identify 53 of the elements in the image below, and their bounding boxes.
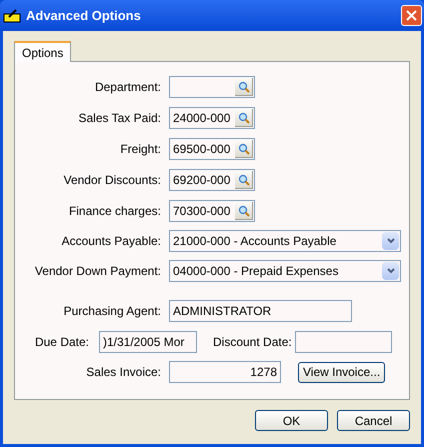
lookup-field[interactable] — [169, 76, 255, 98]
window-title: Advanced Options — [26, 6, 141, 25]
text-field[interactable]: ADMINISTRATOR — [169, 300, 352, 322]
field-label: Department: — [94, 79, 161, 96]
close-icon — [406, 10, 417, 21]
field-label: Discount Date: — [213, 334, 293, 351]
close-button[interactable] — [401, 5, 422, 26]
search-icon — [238, 174, 250, 186]
lookup-button[interactable] — [235, 202, 253, 220]
field-label: Sales Tax Paid: — [78, 110, 161, 127]
field-value: 1278 — [250, 364, 277, 381]
dropdown-button[interactable] — [382, 262, 399, 280]
text-field[interactable]: 1278 — [169, 361, 281, 383]
lookup-button[interactable] — [235, 140, 253, 158]
field-value: 04000-000 - Prepaid Expenses — [173, 263, 338, 280]
field-value: ADMINISTRATOR — [173, 303, 272, 320]
search-icon — [238, 80, 250, 92]
field-label: Due Date: — [34, 334, 89, 351]
dropdown-field[interactable]: 21000-000 - Accounts Payable — [169, 230, 401, 252]
note-icon — [3, 8, 21, 22]
field-value: )1/31/2005 Mor — [103, 334, 184, 351]
lookup-field[interactable]: 69500-000 — [169, 138, 255, 160]
field-label: Freight: — [119, 141, 161, 158]
field-label: Vendor Down Payment: — [34, 263, 161, 280]
lookup-field[interactable]: 70300-000 — [169, 200, 255, 222]
tab[interactable]: Options — [14, 41, 72, 62]
field-value: 69200-000 — [173, 172, 230, 189]
dropdown-button[interactable] — [382, 232, 399, 250]
dialog-button[interactable]: Cancel — [337, 410, 410, 431]
lookup-field[interactable]: 24000-000 — [169, 107, 255, 129]
field-label: Purchasing Agent: — [62, 303, 161, 320]
view-invoice-button[interactable]: View Invoice... — [298, 362, 386, 382]
text-field[interactable] — [295, 331, 392, 353]
chevron-down-icon — [386, 268, 394, 274]
field-label: Finance charges: — [68, 203, 161, 220]
lookup-button[interactable] — [235, 171, 253, 189]
search-icon — [238, 204, 250, 216]
text-field[interactable]: )1/31/2005 Mor — [99, 331, 197, 353]
lookup-button[interactable] — [235, 109, 253, 127]
chevron-down-icon — [386, 238, 394, 244]
search-icon — [238, 142, 250, 154]
dialog-button[interactable]: OK — [255, 410, 328, 431]
search-icon — [238, 112, 250, 124]
field-value: 69500-000 — [173, 141, 230, 158]
dropdown-field[interactable]: 04000-000 - Prepaid Expenses — [169, 260, 401, 282]
field-label: Accounts Payable: — [60, 233, 161, 250]
field-value: 24000-000 — [173, 110, 230, 127]
lookup-button[interactable] — [235, 78, 253, 96]
field-value: 21000-000 - Accounts Payable — [173, 233, 336, 250]
field-value: 70300-000 — [173, 203, 230, 220]
field-label: Sales Invoice: — [85, 364, 161, 381]
field-label: Vendor Discounts: — [62, 172, 161, 189]
lookup-field[interactable]: 69200-000 — [169, 169, 255, 191]
